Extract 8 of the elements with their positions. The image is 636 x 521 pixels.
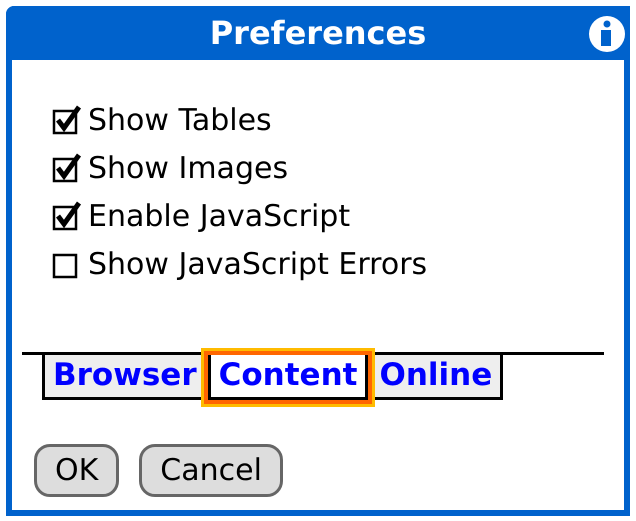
info-icon[interactable]: [588, 15, 626, 53]
cancel-button[interactable]: Cancel: [139, 444, 283, 497]
window-title: Preferences: [210, 14, 426, 52]
checkbox-option[interactable]: Show Tables: [52, 100, 624, 140]
checkbox-option[interactable]: Show Images: [52, 148, 624, 188]
checkbox-option[interactable]: Show JavaScript Errors: [52, 244, 624, 284]
ok-button[interactable]: OK: [34, 444, 120, 497]
checkbox-option[interactable]: Enable JavaScript: [52, 196, 624, 236]
